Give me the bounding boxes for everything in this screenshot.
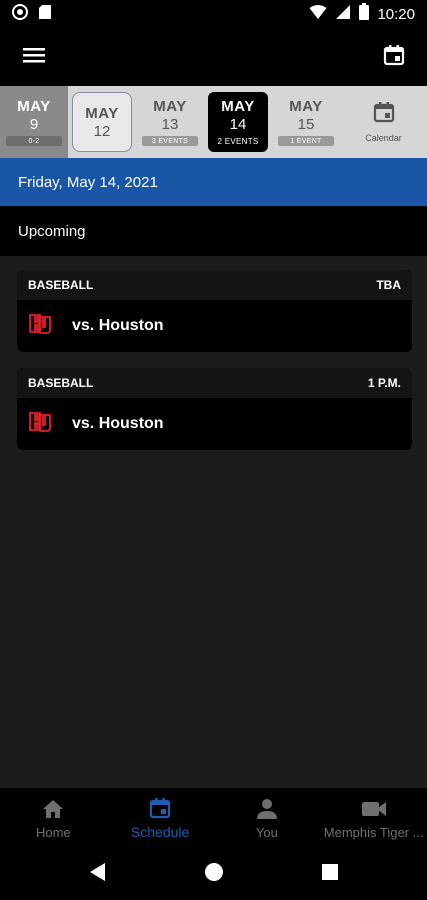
nav-memphis-tiger[interactable]: Memphis Tiger ...	[320, 788, 427, 848]
sd-card-icon	[38, 4, 52, 25]
day-number: 14	[229, 116, 247, 133]
event-card[interactable]: BASEBALL TBA vs. Houston	[17, 270, 412, 352]
person-icon	[256, 797, 278, 821]
bottom-navigation: Home Schedule You Memphis Tiger ...	[0, 788, 427, 848]
nav-memphis-label: Memphis Tiger ...	[323, 824, 424, 840]
status-time: 10:20	[377, 5, 415, 23]
nav-you-label: You	[255, 824, 278, 840]
section-title-upcoming: Upcoming	[0, 206, 427, 256]
event-card-body: vs. Houston	[17, 398, 412, 450]
wifi-icon	[309, 4, 327, 25]
back-icon[interactable]	[89, 862, 107, 887]
houston-logo-icon	[28, 312, 52, 341]
event-sport: BASEBALL	[28, 376, 94, 390]
event-opponent: vs. Houston	[72, 317, 164, 334]
video-camera-icon	[361, 797, 387, 821]
menu-icon[interactable]	[22, 46, 46, 69]
home-icon	[42, 797, 64, 821]
calendar-icon	[373, 101, 395, 128]
day-number: 13	[161, 116, 179, 133]
day-badge: 0-2	[6, 136, 62, 146]
day-may-14[interactable]: MAY 14 2 EVENTS	[204, 86, 272, 158]
calendar-label: Calendar	[365, 133, 402, 143]
nav-schedule[interactable]: Schedule	[107, 788, 214, 848]
calendar-icon[interactable]	[383, 44, 405, 71]
cell-signal-icon	[335, 4, 351, 25]
selected-date-header: Friday, May 14, 2021	[0, 158, 427, 206]
nav-you[interactable]: You	[214, 788, 321, 848]
record-status-icon	[12, 3, 28, 25]
nav-home[interactable]: Home	[0, 788, 107, 848]
nav-home-label: Home	[36, 824, 71, 840]
day-may-13[interactable]: MAY 13 3 EVENTS	[136, 86, 204, 158]
nav-schedule-label: Schedule	[130, 824, 190, 840]
recents-icon[interactable]	[321, 863, 339, 886]
event-opponent: vs. Houston	[72, 415, 164, 432]
system-navigation-bar	[0, 848, 427, 900]
day-number: 12	[93, 122, 111, 140]
day-may-12[interactable]: MAY 12	[68, 86, 136, 158]
day-month: MAY	[153, 98, 187, 115]
home-circle-icon[interactable]	[204, 862, 224, 887]
day-month: MAY	[85, 104, 119, 122]
day-may-9[interactable]: MAY 9 0-2	[0, 86, 68, 158]
status-bar: 10:20	[0, 0, 427, 28]
day-month: MAY	[17, 98, 51, 115]
calendar-icon	[149, 796, 171, 820]
event-time: TBA	[376, 278, 401, 292]
event-card-header: BASEBALL 1 P.M.	[17, 368, 412, 398]
event-time: 1 P.M.	[367, 376, 401, 390]
day-badge: 3 EVENTS	[142, 136, 198, 146]
event-sport: BASEBALL	[28, 278, 94, 292]
day-may-15[interactable]: MAY 15 1 EVENT	[272, 86, 340, 158]
day-number: 15	[297, 116, 315, 133]
day-month: MAY	[221, 98, 255, 115]
day-month: MAY	[289, 98, 323, 115]
battery-icon	[359, 3, 370, 25]
day-badge: 1 EVENT	[278, 136, 334, 146]
event-card[interactable]: BASEBALL 1 P.M. vs. Houston	[17, 368, 412, 450]
calendar-button[interactable]: Calendar	[340, 86, 427, 158]
event-card-header: BASEBALL TBA	[17, 270, 412, 300]
houston-logo-icon	[28, 410, 52, 439]
date-strip: MAY 9 0-2 MAY 12 MAY 13 3 EVENTS MAY 14 …	[0, 86, 427, 158]
day-badge: 2 EVENTS	[210, 136, 266, 146]
event-card-body: vs. Houston	[17, 300, 412, 352]
day-number: 9	[29, 116, 39, 133]
app-bar	[0, 28, 427, 86]
